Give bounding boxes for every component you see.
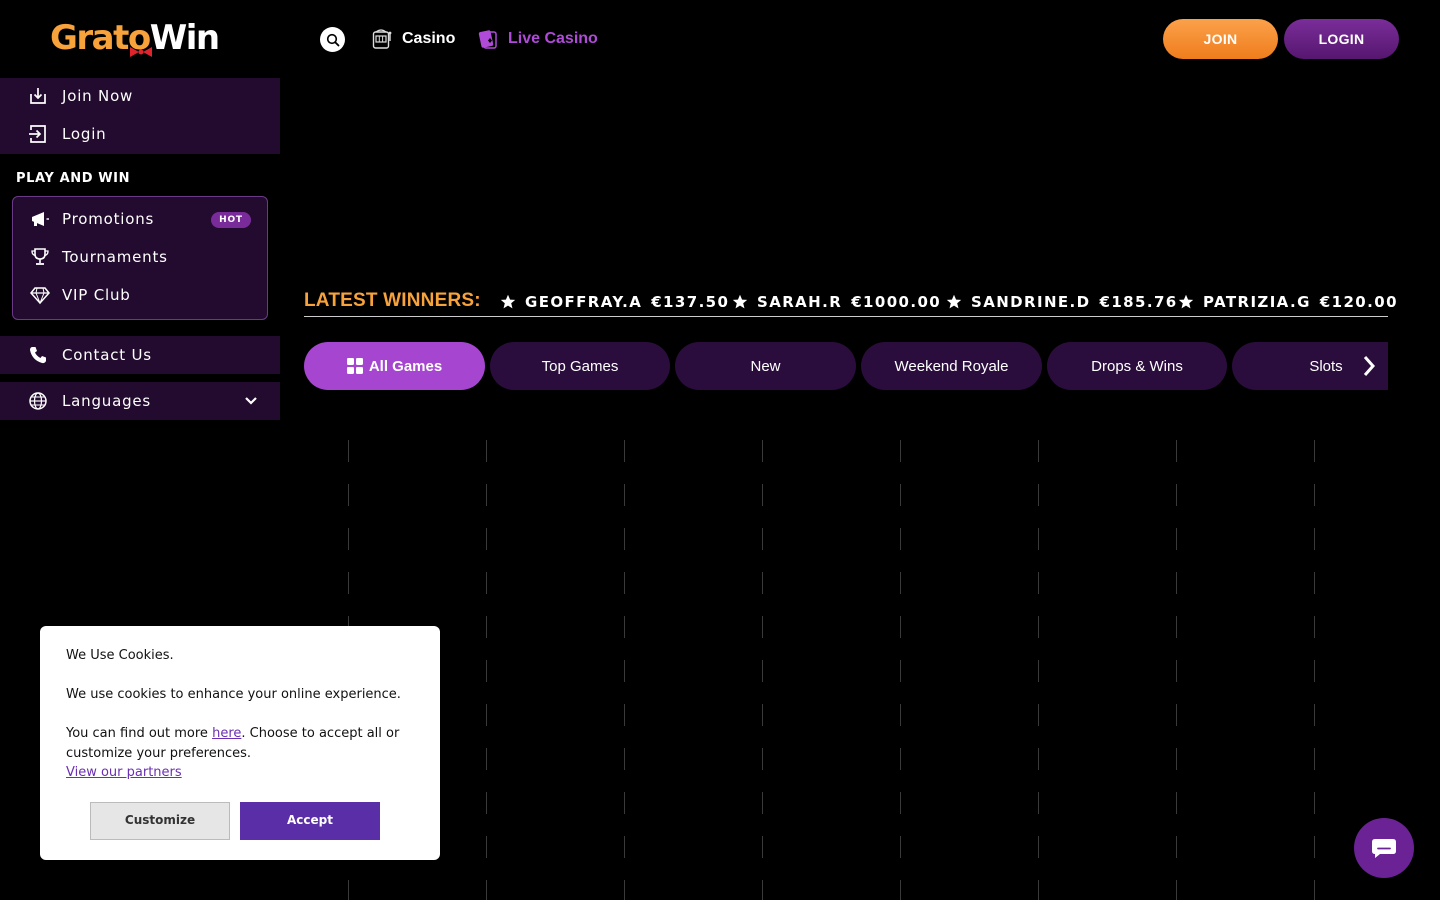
star-icon xyxy=(732,294,748,309)
tab-weekend-royale[interactable]: Weekend Royale xyxy=(861,342,1042,390)
cookie-here-link[interactable]: here xyxy=(212,726,241,741)
sidebar-item-label: Join Now xyxy=(62,87,134,105)
grid-placeholder-line xyxy=(900,440,901,900)
nav-live-casino[interactable]: Live Casino xyxy=(478,26,598,52)
sidebar-item-languages[interactable]: Languages xyxy=(28,382,151,420)
page: GratoWin Casino Live Casino JOIN LOGIN xyxy=(0,0,1440,900)
winner-amount: €137.50 xyxy=(651,293,730,311)
star-icon xyxy=(946,294,962,309)
search-icon xyxy=(326,33,339,46)
sidebar-item-label: Languages xyxy=(62,392,152,410)
sidebar-item-label: VIP Club xyxy=(62,286,131,304)
tab-label: Slots xyxy=(1309,357,1343,375)
tab-new[interactable]: New xyxy=(675,342,856,390)
nav-casino[interactable]: Casino xyxy=(372,26,455,52)
sidebar-item-label: Contact Us xyxy=(62,346,152,364)
sidebar-item-join-now[interactable]: Join Now xyxy=(28,77,133,115)
sidebar-item-label: Tournaments xyxy=(62,248,168,266)
globe-icon xyxy=(28,391,48,411)
winner-amount: €185.76 xyxy=(1099,293,1178,311)
winner-name: SARAH.R xyxy=(757,293,843,311)
winners-divider xyxy=(304,316,1388,317)
sidebar-play-section: Promotions HOT Tournaments VIP Club xyxy=(12,196,268,320)
winner-name: SANDRINE.D xyxy=(971,293,1091,311)
cards-icon xyxy=(478,30,497,49)
grid-icon xyxy=(346,358,363,374)
cookie-title: We Use Cookies. xyxy=(66,648,174,663)
winner-item: GEOFFRAY.A €137.50 xyxy=(500,292,729,312)
latest-winners-title: LATEST WINNERS: xyxy=(304,290,481,311)
winner-item: PATRIZIA.G €120.00 xyxy=(1178,292,1398,312)
megaphone-icon xyxy=(30,209,50,229)
star-icon xyxy=(500,294,516,309)
trophy-icon xyxy=(30,247,50,267)
download-icon xyxy=(28,86,48,106)
login-button[interactable]: LOGIN xyxy=(1284,19,1399,59)
nav-live-casino-label: Live Casino xyxy=(508,30,598,47)
sidebar-item-label: Login xyxy=(62,125,107,143)
winner-item: SARAH.R €1000.00 xyxy=(732,292,941,312)
phone-icon xyxy=(28,345,48,365)
sidebar-item-login[interactable]: Login xyxy=(28,115,106,153)
winner-name: GEOFFRAY.A xyxy=(525,293,643,311)
winner-amount: €1000.00 xyxy=(851,293,942,311)
winner-item: SANDRINE.D €185.76 xyxy=(946,292,1178,312)
grid-placeholder-line xyxy=(1038,440,1039,900)
accept-button[interactable]: Accept xyxy=(240,802,380,840)
winner-name: PATRIZIA.G xyxy=(1203,293,1311,311)
gratowin-logo[interactable]: Grato Win xyxy=(50,18,220,58)
search-button[interactable] xyxy=(320,27,345,52)
bowtie-icon xyxy=(130,47,152,57)
join-button[interactable]: JOIN xyxy=(1163,19,1278,59)
star-icon xyxy=(1178,294,1194,309)
cookie-text-prefix: You can find out more xyxy=(66,726,213,741)
tab-top-games[interactable]: Top Games xyxy=(490,342,670,390)
sidebar-item-vip-club[interactable]: VIP Club xyxy=(30,276,131,314)
grid-placeholder-line xyxy=(762,440,763,900)
cookie-text: We use cookies to enhance your online ex… xyxy=(66,687,401,702)
chevron-right-icon xyxy=(1363,356,1376,376)
tabs-next-button[interactable] xyxy=(1350,342,1388,390)
sidebar-item-contact-us[interactable]: Contact Us xyxy=(28,336,152,374)
view-partners-link[interactable]: View our partners xyxy=(66,765,182,780)
grid-placeholder-line xyxy=(1314,440,1315,900)
chat-button[interactable] xyxy=(1354,818,1414,878)
tab-all-games[interactable]: All Games xyxy=(304,342,485,390)
logo-text-win: Win xyxy=(149,18,220,58)
sidebar-item-tournaments[interactable]: Tournaments xyxy=(30,238,168,276)
chat-icon xyxy=(1372,839,1396,858)
tab-label: All Games xyxy=(368,357,443,375)
cookie-banner: We Use Cookies. We use cookies to enhanc… xyxy=(40,626,440,860)
sidebar-item-label: Promotions xyxy=(62,210,155,228)
hot-badge: HOT xyxy=(211,212,251,228)
diamond-icon xyxy=(30,285,50,305)
chevron-down-icon[interactable] xyxy=(244,396,258,406)
slot-machine-icon xyxy=(372,29,392,49)
grid-placeholder-line xyxy=(624,440,625,900)
grid-placeholder-line xyxy=(486,440,487,900)
grid-placeholder-line xyxy=(1176,440,1177,900)
sidebar-heading: PLAY AND WIN xyxy=(16,171,131,186)
partners-link-wrap: View our partners xyxy=(66,763,182,783)
nav-casino-label: Casino xyxy=(402,30,456,47)
customize-button[interactable]: Customize xyxy=(90,802,230,840)
cookie-text-more: You can find out more here. Choose to ac… xyxy=(66,724,406,763)
winner-amount: €120.00 xyxy=(1319,293,1398,311)
login-icon xyxy=(28,124,48,144)
sidebar-item-promotions[interactable]: Promotions xyxy=(30,200,154,238)
tab-drops-wins[interactable]: Drops & Wins xyxy=(1047,342,1227,390)
